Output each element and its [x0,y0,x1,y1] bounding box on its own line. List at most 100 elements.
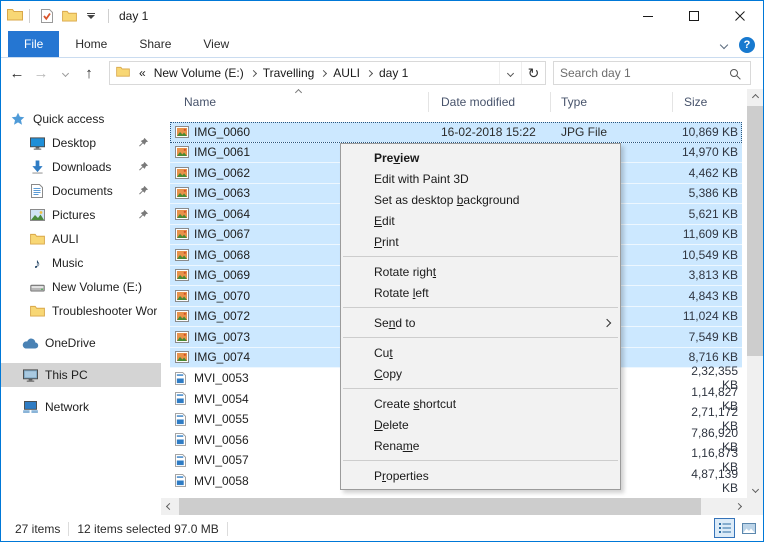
breadcrumb-segment[interactable]: AULI [329,66,364,80]
minimize-button[interactable] [625,1,671,31]
column-header-size[interactable]: Size [673,92,747,112]
navigation-pane: Quick access Desktop Downloads Documents [1,89,161,516]
context-menu-item[interactable]: Edit with Paint 3D [341,168,620,189]
context-menu-item[interactable]: Cut [341,342,620,363]
recent-locations-button[interactable] [53,62,77,86]
sidebar-item-quick-access[interactable]: Quick access [1,107,161,131]
help-icon[interactable]: ? [739,37,755,53]
context-menu-item[interactable]: Rename [341,435,620,456]
context-menu-item[interactable]: Set as desktop background [341,189,620,210]
scroll-right-button[interactable] [730,498,747,515]
context-menu-item[interactable]: Send to [341,312,620,333]
refresh-button[interactable]: ↻ [521,62,545,84]
file-size: 4,843 KB [673,289,742,303]
music-note-icon: ♪ [28,256,46,270]
menu-item-label: Print [374,235,399,249]
desktop-icon [28,137,46,150]
chevron-down-icon [61,70,68,77]
context-menu-item[interactable]: Create shortcut [341,393,620,414]
tab-home[interactable]: Home [59,31,123,57]
view-toggle-buttons [714,518,759,538]
sidebar-item-new-volume[interactable]: New Volume (E:) [1,275,161,299]
search-icon[interactable] [730,69,738,77]
context-menu: Preview Edit with Paint 3D Set as deskto… [340,143,621,490]
chevron-up-icon [752,94,759,101]
scroll-up-button[interactable] [747,89,764,106]
image-file-icon [175,167,190,179]
address-bar[interactable]: « New Volume (E:) Travelling AULI day 1 … [109,61,546,85]
file-size: 10,869 KB [673,125,742,139]
search-input[interactable] [554,66,730,80]
search-box [553,61,751,85]
breadcrumb-segment[interactable]: Travelling [259,66,319,80]
vertical-scrollbar[interactable] [747,89,764,498]
navigation-toolbar: ← → ↑ « New Volume (E:) Travelling AULI … [1,58,763,89]
file-name: IMG_0062 [194,166,250,180]
file-name: IMG_0067 [194,227,250,241]
sidebar-item-network[interactable]: Network [1,395,161,419]
image-file-icon [175,290,190,302]
sidebar-item-onedrive[interactable]: OneDrive [1,331,161,355]
file-size: 5,386 KB [673,186,742,200]
horizontal-scrollbar-thumb[interactable] [179,498,701,515]
pin-icon [138,209,149,223]
quick-access-customize-button[interactable] [80,5,102,27]
forward-button[interactable]: → [29,62,53,86]
quick-access-properties-button[interactable] [36,5,58,27]
chevron-down-icon [507,69,514,76]
status-separator [68,522,69,536]
download-arrow-icon [28,160,46,174]
scroll-down-button[interactable] [747,481,764,498]
tab-file[interactable]: File [8,31,59,57]
image-file-icon [175,351,190,363]
column-header-date-modified[interactable]: Date modified [429,92,551,112]
file-size: 11,024 KB [673,309,742,323]
breadcrumb-segment[interactable]: day 1 [375,66,412,80]
file-name: MVI_0057 [194,453,249,467]
back-button[interactable]: ← [5,62,29,86]
horizontal-scrollbar[interactable] [161,498,747,515]
breadcrumb-segment[interactable]: New Volume (E:) [150,66,248,80]
menu-item-label: Create shortcut [374,397,456,411]
up-button[interactable]: ↑ [77,62,101,86]
tab-view[interactable]: View [187,31,245,57]
address-dropdown-button[interactable] [499,62,521,84]
context-menu-item[interactable]: Properties [341,465,620,486]
context-menu-item[interactable]: Print [341,231,620,252]
quick-access-new-folder-button[interactable] [58,5,80,27]
folder-icon [116,66,130,80]
thumbnail-view-button[interactable] [738,518,759,538]
file-name: IMG_0064 [194,207,250,221]
tab-share[interactable]: Share [123,31,187,57]
sidebar-item-desktop[interactable]: Desktop [1,131,161,155]
column-header-type[interactable]: Type [551,92,673,112]
maximize-button[interactable] [671,1,717,31]
details-view-button[interactable] [714,518,735,538]
image-file-icon [175,269,190,281]
context-menu-item[interactable]: Delete [341,414,620,435]
context-menu-item[interactable]: Copy [341,363,620,384]
video-file-icon [175,454,190,467]
explorer-window: day 1 File Home Share View ? ← → ↑ « New… [0,0,764,542]
sidebar-item-documents[interactable]: Documents [1,179,161,203]
context-menu-item[interactable]: Rotate right [341,261,620,282]
context-menu-item[interactable]: Rotate left [341,282,620,303]
sidebar-item-music[interactable]: ♪ Music [1,251,161,275]
sidebar-item-troubleshooter[interactable]: Troubleshooter Wor [1,299,161,323]
sidebar-item-this-pc[interactable]: This PC [1,363,161,387]
file-name: IMG_0072 [194,309,250,323]
sidebar-item-pictures[interactable]: Pictures [1,203,161,227]
scroll-left-button[interactable] [161,498,178,515]
ribbon-right-controls: ? [721,31,755,58]
close-button[interactable] [717,1,763,31]
vertical-scrollbar-thumb[interactable] [747,106,764,356]
ribbon-collapse-icon[interactable] [720,40,728,48]
context-menu-item[interactable]: Preview [341,147,620,168]
sidebar-item-auli[interactable]: AULI [1,227,161,251]
file-row[interactable]: IMG_0060 16-02-2018 15:22 JPG File 10,86… [170,122,742,143]
file-name: IMG_0070 [194,289,250,303]
breadcrumb-overflow[interactable]: « [135,66,150,80]
context-menu-item[interactable]: Edit [341,210,620,231]
caption-buttons [625,1,763,31]
sidebar-item-downloads[interactable]: Downloads [1,155,161,179]
